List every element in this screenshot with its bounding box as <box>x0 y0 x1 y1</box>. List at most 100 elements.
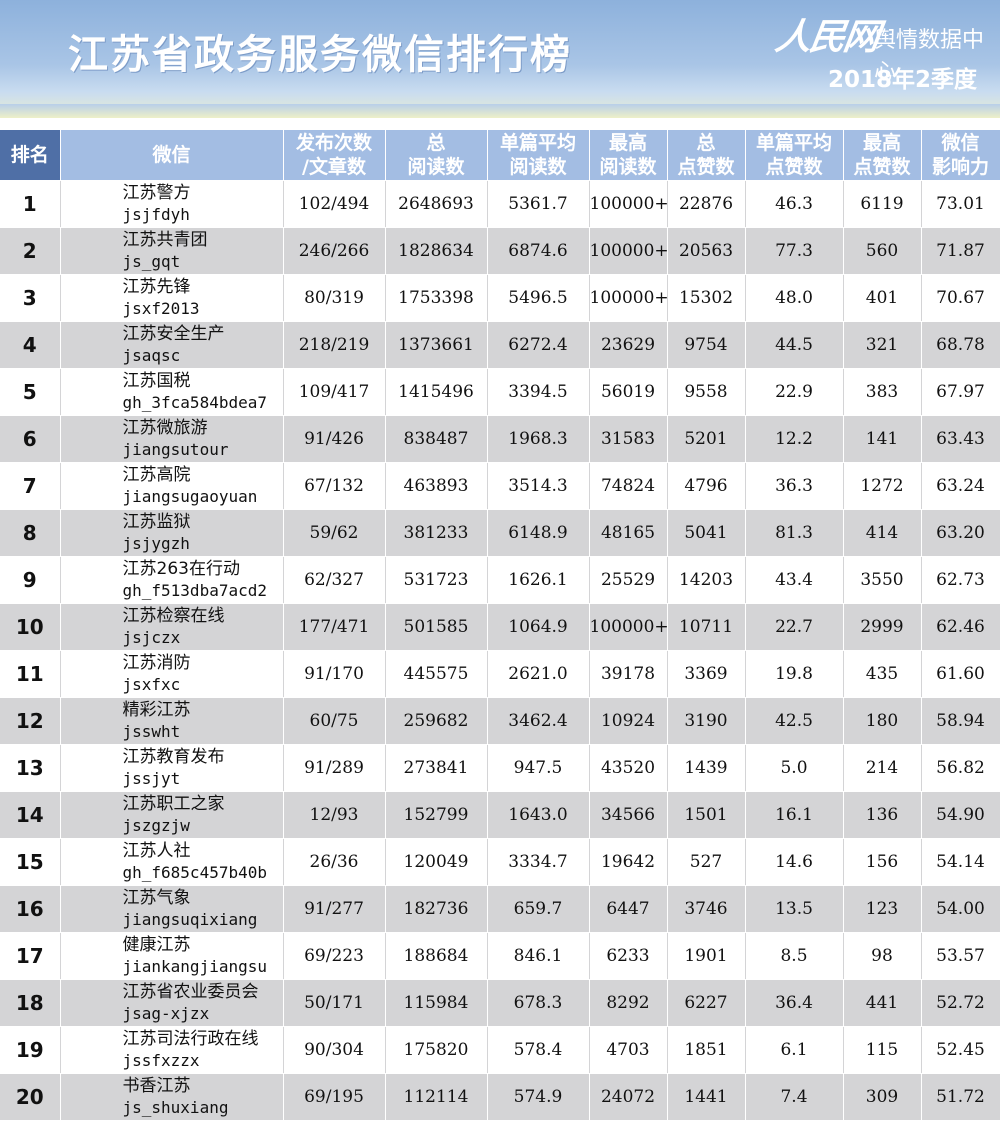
posts-cell: 218/219 <box>283 321 386 369</box>
wechat-name: 江苏职工之家 <box>122 794 225 814</box>
wechat-cell: 江苏省农业委员会 jsag-xjzx <box>60 979 284 1027</box>
people-daily-logo: 人民网 <box>772 16 881 58</box>
wechat-cell: 江苏国税 gh_3fca584bdea7 <box>60 368 284 416</box>
wechat-name: 江苏教育发布 <box>122 747 225 767</box>
posts-cell: 177/471 <box>283 603 386 651</box>
max-read-cell: 31583 <box>589 415 668 463</box>
rank-cell: 14 <box>0 791 61 839</box>
total-read-cell: 531723 <box>385 556 488 604</box>
wechat-cell: 江苏检察在线 jsjczx <box>60 603 284 651</box>
wechat-name: 江苏263在行动 <box>122 559 240 579</box>
wechat-cell: 健康江苏 jiankangjiangsu <box>60 932 284 980</box>
total-read-cell: 445575 <box>385 650 488 698</box>
influence-cell: 54.14 <box>921 838 1000 886</box>
wechat-cell: 江苏共青团 js_gqt <box>60 227 284 275</box>
header-max-like: 最高 点赞数 <box>843 130 922 181</box>
table-header-row: 排名 微信 发布次数/文章数 总阅读数 单篇平均 阅读数 最高 阅读数 总点赞数 单… <box>0 130 1000 181</box>
avg-read-cell: 6874.6 <box>487 227 590 275</box>
influence-cell: 54.90 <box>921 791 1000 839</box>
posts-cell: 62/327 <box>283 556 386 604</box>
wechat-cell: 江苏先锋 jsxf2013 <box>60 274 284 322</box>
total-read-cell: 463893 <box>385 462 488 510</box>
rank-cell: 8 <box>0 509 61 557</box>
wechat-id: jssjyt <box>122 769 181 788</box>
influence-cell: 51.72 <box>921 1073 1000 1121</box>
wechat-name: 健康江苏 <box>122 935 191 955</box>
max-read-cell: 56019 <box>589 368 668 416</box>
avg-read-cell: 2621.0 <box>487 650 590 698</box>
rank-cell: 16 <box>0 885 61 933</box>
table-row: 18 江苏省农业委员会 jsag-xjzx 50/171 115984 678.3 8292… <box>0 979 1000 1027</box>
posts-cell: 50/171 <box>283 979 386 1027</box>
table-row: 4 江苏安全生产 jsaqsc 218/219 1373661 6272.4 23629 97… <box>0 321 1000 369</box>
max-read-cell: 4703 <box>589 1026 668 1074</box>
rank-cell: 11 <box>0 650 61 698</box>
table-row: 19 江苏司法行政在线 jssfxzzx 90/304 175820 578.4 4703 1… <box>0 1026 1000 1074</box>
avg-read-cell: 678.3 <box>487 979 590 1027</box>
posts-cell: 67/132 <box>283 462 386 510</box>
rank-cell: 9 <box>0 556 61 604</box>
header-posts: 发布次数/文章数 <box>283 130 386 181</box>
max-like-cell: 441 <box>843 979 922 1027</box>
wechat-id: jsaqsc <box>122 346 181 365</box>
wechat-cell: 江苏司法行政在线 jssfxzzx <box>60 1026 284 1074</box>
avg-like-cell: 8.5 <box>745 932 844 980</box>
max-like-cell: 414 <box>843 509 922 557</box>
wechat-name: 江苏安全生产 <box>122 324 225 344</box>
total-read-cell: 1373661 <box>385 321 488 369</box>
max-like-cell: 123 <box>843 885 922 933</box>
total-like-cell: 1439 <box>667 744 746 792</box>
header-total-read: 总阅读数 <box>385 130 488 181</box>
total-read-cell: 115984 <box>385 979 488 1027</box>
avg-read-cell: 1064.9 <box>487 603 590 651</box>
influence-cell: 61.60 <box>921 650 1000 698</box>
max-like-cell: 115 <box>843 1026 922 1074</box>
total-read-cell: 381233 <box>385 509 488 557</box>
total-like-cell: 1851 <box>667 1026 746 1074</box>
influence-cell: 62.46 <box>921 603 1000 651</box>
max-read-cell: 19642 <box>589 838 668 886</box>
wechat-id: jiankangjiangsu <box>122 957 268 976</box>
wechat-cell: 江苏教育发布 jssjyt <box>60 744 284 792</box>
wechat-name: 书香江苏 <box>122 1076 191 1096</box>
quarter-label: 2018年2季度 <box>828 67 978 93</box>
wechat-cell: 精彩江苏 jsswht <box>60 697 284 745</box>
avg-like-cell: 36.4 <box>745 979 844 1027</box>
avg-like-cell: 46.3 <box>745 180 844 228</box>
table-row: 2 江苏共青团 js_gqt 246/266 1828634 6874.6 100000+ 2… <box>0 227 1000 275</box>
total-read-cell: 2648693 <box>385 180 488 228</box>
table-row: 17 健康江苏 jiankangjiangsu 69/223 188684 846.1 62… <box>0 932 1000 980</box>
posts-cell: 91/289 <box>283 744 386 792</box>
max-like-cell: 180 <box>843 697 922 745</box>
max-read-cell: 10924 <box>589 697 668 745</box>
wechat-id: jsxfxc <box>122 675 181 694</box>
posts-cell: 102/494 <box>283 180 386 228</box>
max-read-cell: 100000+ <box>589 227 669 275</box>
max-read-cell: 23629 <box>589 321 668 369</box>
max-read-cell: 25529 <box>589 556 668 604</box>
avg-like-cell: 19.8 <box>745 650 844 698</box>
total-like-cell: 3369 <box>667 650 746 698</box>
wechat-cell: 江苏高院 jiangsugaoyuan <box>60 462 284 510</box>
total-read-cell: 175820 <box>385 1026 488 1074</box>
header-total-like: 总点赞数 <box>667 130 746 181</box>
total-like-cell: 1901 <box>667 932 746 980</box>
max-like-cell: 435 <box>843 650 922 698</box>
total-read-cell: 188684 <box>385 932 488 980</box>
max-like-cell: 401 <box>843 274 922 322</box>
total-like-cell: 6227 <box>667 979 746 1027</box>
table-row: 3 江苏先锋 jsxf2013 80/319 1753398 5496.5 100000+ 1… <box>0 274 1000 322</box>
total-read-cell: 1415496 <box>385 368 488 416</box>
avg-read-cell: 6148.9 <box>487 509 590 557</box>
table-row: 8 江苏监狱 jsjygzh 59/62 381233 6148.9 48165 5041 81… <box>0 509 1000 557</box>
header-wechat: 微信 <box>60 130 284 181</box>
max-like-cell: 6119 <box>843 180 922 228</box>
wechat-name: 江苏高院 <box>122 465 191 485</box>
wechat-cell: 江苏警方 jsjfdyh <box>60 180 284 228</box>
max-like-cell: 560 <box>843 227 922 275</box>
influence-cell: 56.82 <box>921 744 1000 792</box>
influence-cell: 54.00 <box>921 885 1000 933</box>
avg-like-cell: 7.4 <box>745 1073 844 1121</box>
rank-cell: 19 <box>0 1026 61 1074</box>
total-read-cell: 152799 <box>385 791 488 839</box>
